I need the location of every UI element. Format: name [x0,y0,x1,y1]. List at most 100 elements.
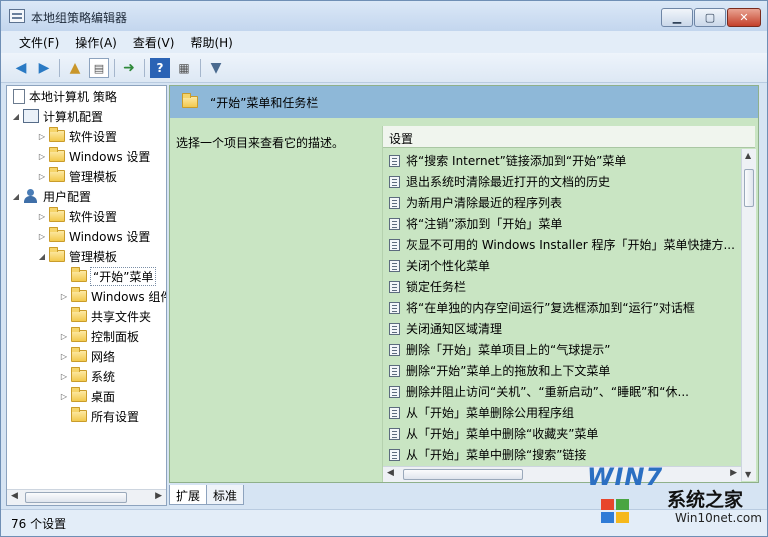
collapse-triangle-icon[interactable]: ◢ [11,192,21,201]
view-tabs: 扩展 标准 [169,485,245,507]
expand-triangle-icon[interactable]: ▷ [37,172,47,181]
list-item[interactable]: 灰显不可用的 Windows Installer 程序「开始」菜单快捷方... [383,234,743,255]
tree-item-network[interactable]: ▷ 网络 [59,346,115,366]
expand-triangle-icon[interactable]: ▷ [37,132,47,141]
expand-triangle-icon[interactable]: ▷ [37,232,47,241]
scroll-right-icon[interactable]: ▶ [155,491,162,501]
tab-standard[interactable]: 标准 [206,485,245,505]
list-vertical-scrollbar[interactable]: ▲ ▼ [741,149,756,481]
filter-icon[interactable]: ▼ [206,58,226,78]
list-item[interactable]: 删除“开始”菜单上的拖放和上下文菜单 [383,360,743,381]
tree-item-start-menu[interactable]: “开始”菜单 [59,266,157,286]
list-item[interactable]: 删除「开始」菜单项目上的“气球提示” [383,339,743,360]
watermark-url: Win10net.com [675,511,762,525]
menu-view[interactable]: 查看(V) [125,31,183,53]
details-title: “开始”菜单和任务栏 [210,96,319,110]
toolbar-separator [200,59,201,77]
up-folder-icon[interactable]: ▲ [65,58,85,78]
list-item[interactable]: 锁定任务栏 [383,276,743,297]
tree-pane[interactable]: 本地计算机 策略 ◢ 计算机配置 ▷ 软件设置 ▷ Windows 设置 ▷ 管… [6,85,167,506]
tree-item-windows-components[interactable]: ▷ Windows 组件 [59,286,166,306]
list-item[interactable]: 将“在单独的内存空间运行”复选框添加到“运行”对话框 [383,297,743,318]
tree-item-shared-folders[interactable]: 共享文件夹 [59,306,151,326]
scroll-left-icon[interactable]: ◀ [11,491,18,501]
scrollbar-thumb[interactable] [744,169,754,207]
policy-setting-icon [389,301,400,314]
properties-icon[interactable]: ▦ [174,58,194,78]
tree-item-user-config[interactable]: ◢ 用户配置 [11,186,91,206]
list-item[interactable]: 将“注销”添加到「开始」菜单 [383,213,743,234]
tree-item-control-panel[interactable]: ▷ 控制面板 [59,326,139,346]
list-item[interactable]: 关闭个性化菜单 [383,255,743,276]
folder-icon [71,367,87,382]
expand-triangle-icon[interactable]: ▷ [59,392,69,401]
expand-triangle-icon[interactable]: ▷ [59,372,69,381]
tree-item-system[interactable]: ▷ 系统 [59,366,115,386]
tree-item-computer-windows[interactable]: ▷ Windows 设置 [37,146,150,166]
tree-item-computer-admin[interactable]: ▷ 管理模板 [37,166,117,186]
details-header: “开始”菜单和任务栏 [170,86,758,118]
scroll-up-icon[interactable]: ▲ [745,151,751,160]
tree-item-user-windows[interactable]: ▷ Windows 设置 [37,226,150,246]
menu-file[interactable]: 文件(F) [11,31,67,53]
policy-setting-icon [389,280,400,293]
list-item[interactable]: 为新用户清除最近的程序列表 [383,192,743,213]
tree-horizontal-scrollbar[interactable]: ◀ ▶ [7,489,166,505]
tree-item-user-admin[interactable]: ◢ 管理模板 [37,246,117,266]
tree-item-computer-software[interactable]: ▷ 软件设置 [37,126,117,146]
folder-icon [49,247,65,262]
scrollbar-thumb[interactable] [403,469,523,480]
expand-triangle-icon[interactable]: ▷ [59,292,69,301]
tree-label: 计算机配置 [43,109,104,124]
tree-item-computer-config[interactable]: ◢ 计算机配置 [11,106,103,126]
folder-icon [71,267,87,282]
scroll-left-icon[interactable]: ◀ [387,468,394,478]
tree-label: 软件设置 [69,129,118,144]
window-title: 本地组策略编辑器 [31,11,128,25]
title-bar[interactable]: 本地组策略编辑器 ▁ ▢ ✕ [1,1,767,31]
settings-list[interactable]: 设置 将“搜索 Internet”链接添加到“开始”菜单 退出系统时清除最近打开… [382,126,756,482]
folder-icon [71,287,87,302]
app-icon [9,9,25,23]
tree-item-all-settings[interactable]: 所有设置 [59,406,139,426]
tree-label: 桌面 [91,389,116,404]
forward-arrow-icon[interactable]: ▶ [34,58,54,78]
show-hide-tree-icon[interactable]: ▤ [89,58,109,78]
export-list-icon[interactable]: ➜ [119,58,139,78]
minimize-button[interactable]: ▁ [661,8,693,27]
list-item[interactable]: 从「开始」菜单中删除“收藏夹”菜单 [383,423,743,444]
menu-action[interactable]: 操作(A) [67,31,125,53]
menu-help[interactable]: 帮助(H) [182,31,240,53]
scrollbar-thumb[interactable] [25,492,127,503]
folder-icon [49,227,65,242]
back-arrow-icon[interactable]: ◀ [11,58,31,78]
collapse-triangle-icon[interactable]: ◢ [11,112,21,121]
all-settings-folder-icon [71,407,87,422]
column-header-setting[interactable]: 设置 [383,126,755,148]
tree-label: Windows 设置 [69,229,151,244]
list-item[interactable]: 删除并阻止访问“关机”、“重新启动”、“睡眠”和“休... [383,381,743,402]
list-item[interactable]: 从「开始」菜单删除公用程序组 [383,402,743,423]
tree-item-desktop[interactable]: ▷ 桌面 [59,386,115,406]
list-item[interactable]: 关闭通知区域清理 [383,318,743,339]
help-icon[interactable]: ? [150,58,170,78]
list-item[interactable]: 将“搜索 Internet”链接添加到“开始”菜单 [383,150,743,171]
expand-triangle-icon[interactable]: ▷ [37,152,47,161]
list-item[interactable]: 退出系统时清除最近打开的文档的历史 [383,171,743,192]
expand-triangle-icon[interactable]: ▷ [37,212,47,221]
maximize-button[interactable]: ▢ [694,8,726,27]
close-button[interactable]: ✕ [727,8,761,27]
tree-label: “开始”菜单 [89,266,157,286]
tree-label: 网络 [91,349,116,364]
tree-item-root[interactable]: 本地计算机 策略 [11,86,117,106]
expand-triangle-icon[interactable]: ▷ [59,332,69,341]
expand-triangle-icon[interactable]: ▷ [59,352,69,361]
toolbar-separator [59,59,60,77]
collapse-triangle-icon[interactable]: ◢ [37,252,47,261]
tree-item-user-software[interactable]: ▷ 软件设置 [37,206,117,226]
policy-setting-icon [389,238,400,251]
tree-label: Windows 设置 [69,149,151,164]
watermark-logo: WIN7 [587,463,664,491]
tab-extended[interactable]: 扩展 [169,485,208,505]
folder-icon [71,347,87,362]
